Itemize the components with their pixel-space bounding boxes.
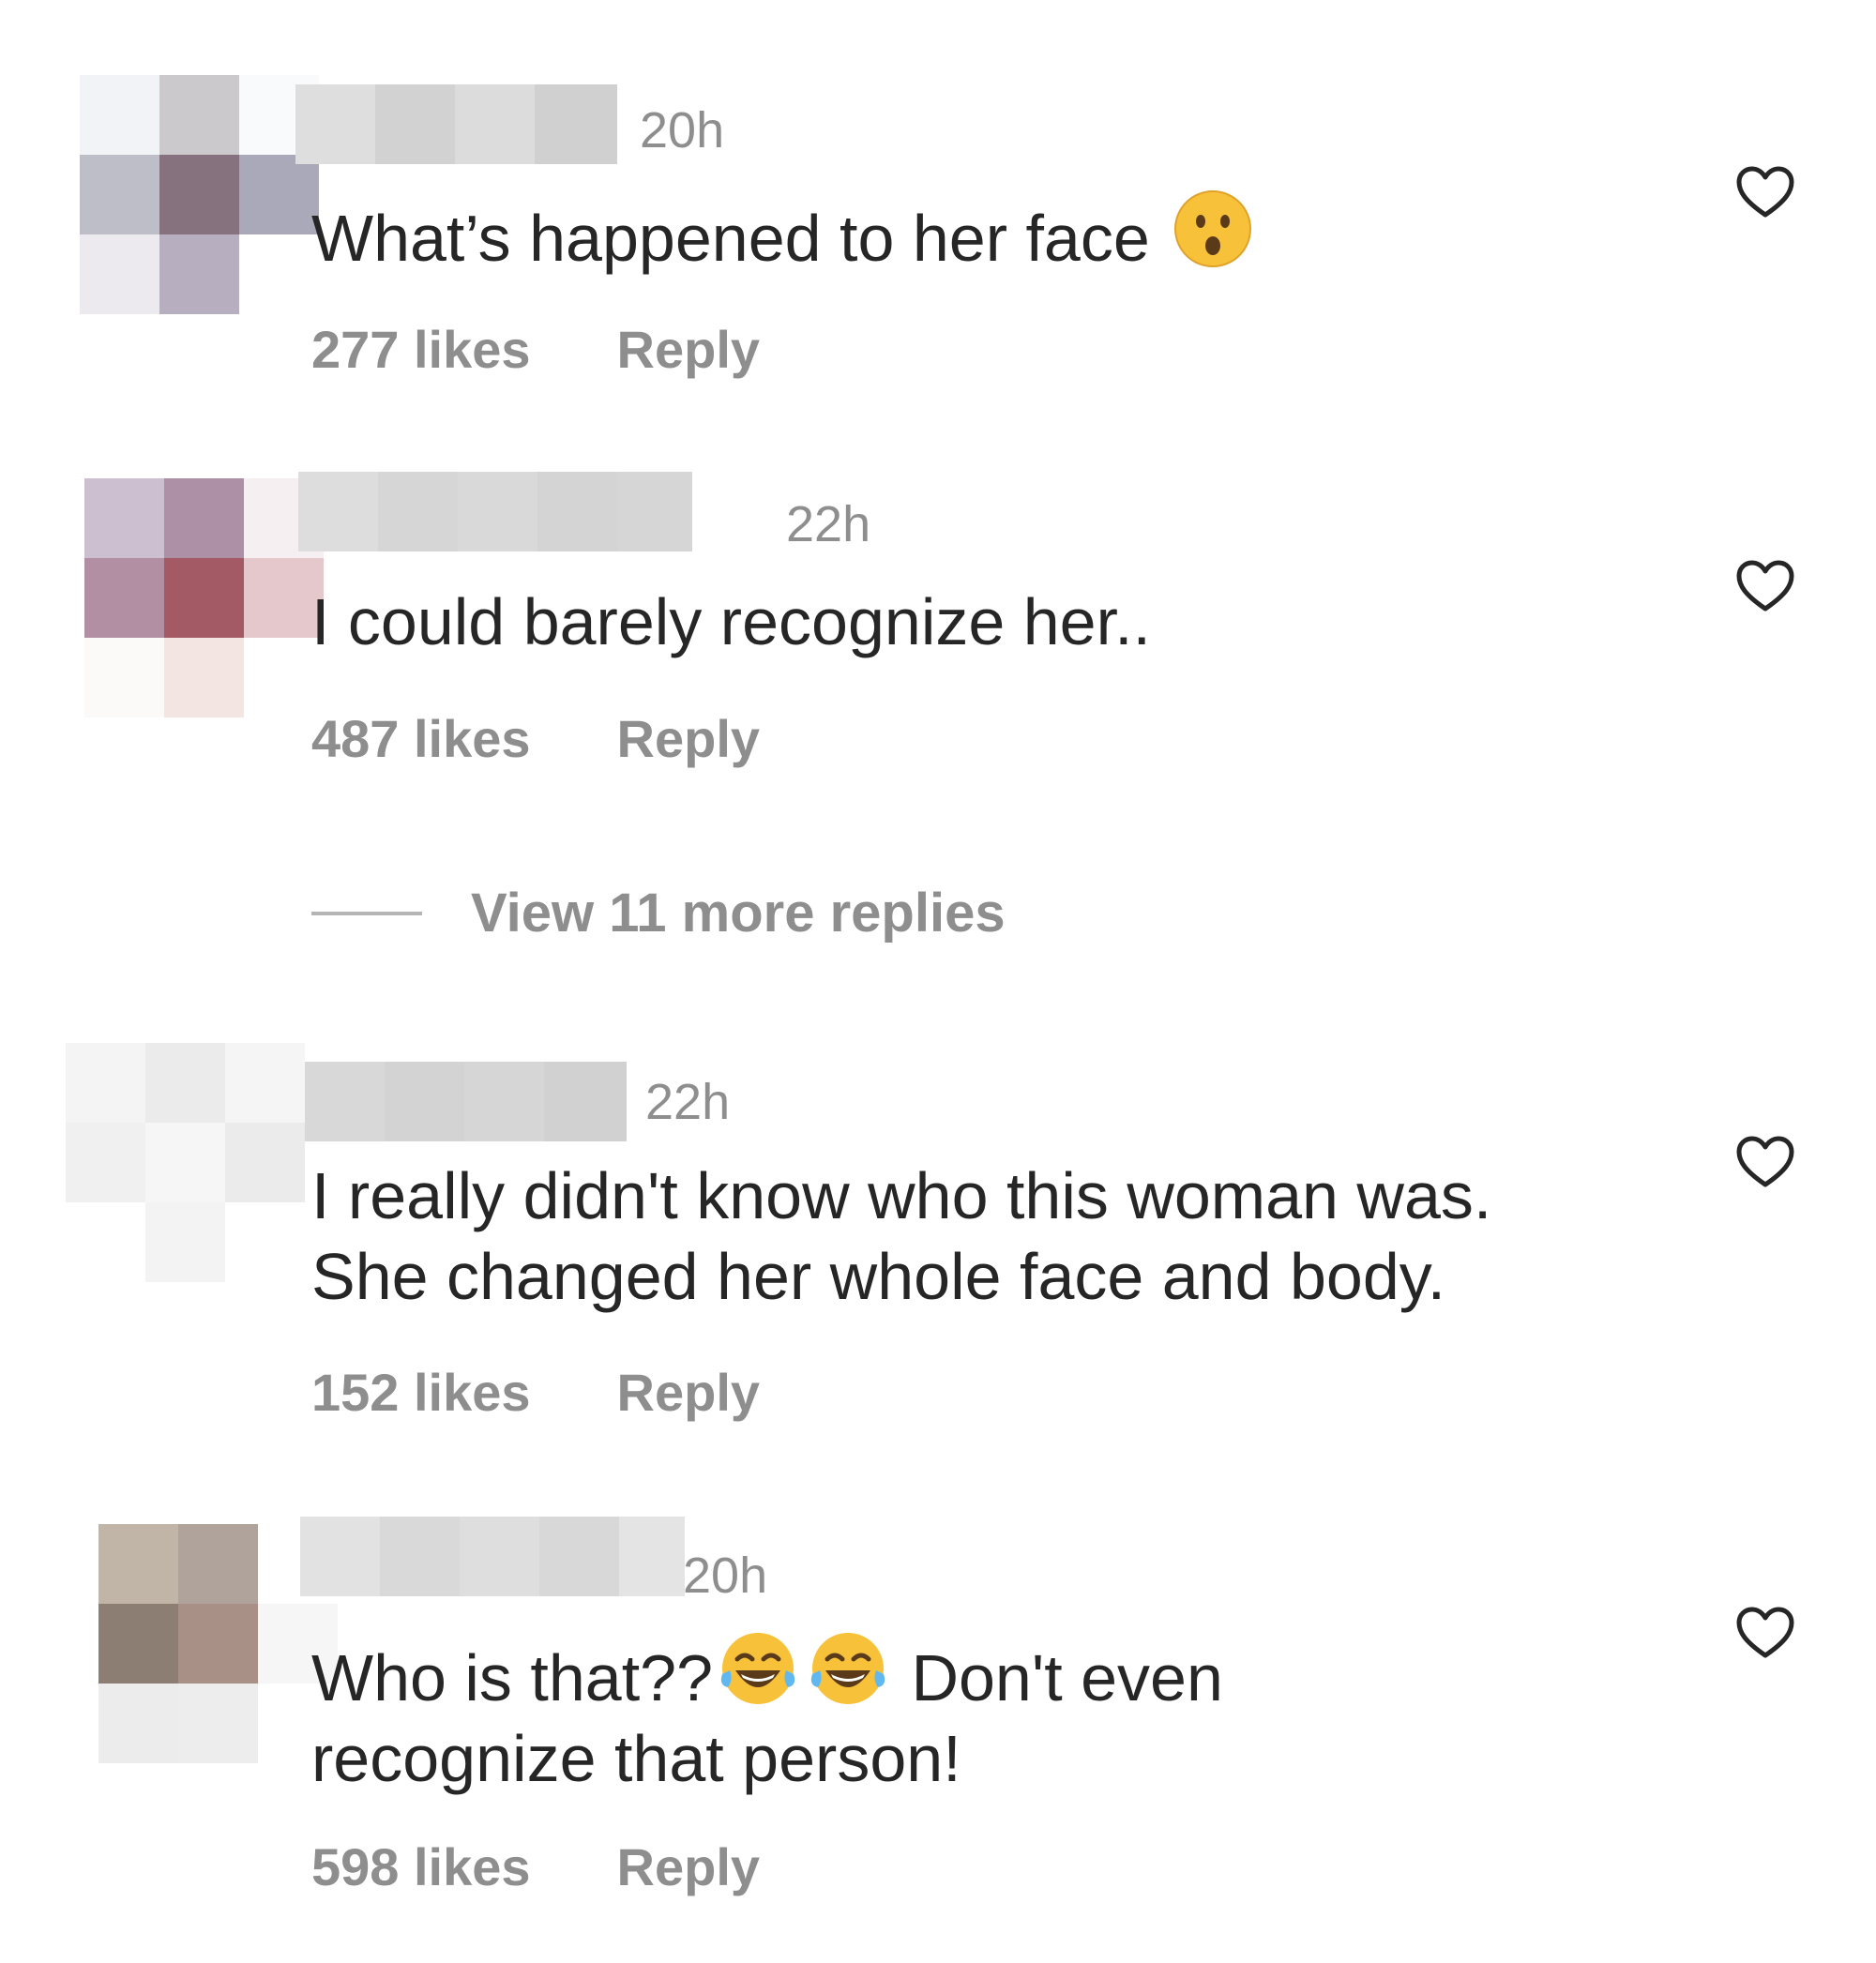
heart-outline-icon[interactable] — [1735, 165, 1795, 219]
username-blurred[interactable] — [295, 84, 617, 164]
comment-meta: 487 likes Reply — [311, 713, 760, 765]
heart-outline-icon[interactable] — [1735, 1606, 1795, 1660]
heart-outline-icon[interactable] — [1735, 1135, 1795, 1189]
likes-count[interactable]: 487 likes — [311, 713, 531, 765]
comment-meta: 277 likes Reply — [311, 324, 760, 376]
avatar[interactable] — [66, 1043, 305, 1282]
reply-button[interactable]: Reply — [617, 713, 761, 765]
likes-count[interactable]: 277 likes — [311, 324, 531, 376]
comment-text: I could barely recognize her.. — [311, 585, 1151, 658]
timestamp: 22h — [645, 1074, 731, 1130]
tears-of-joy-emoji — [720, 1633, 795, 1704]
reply-button[interactable]: Reply — [617, 1367, 761, 1419]
heart-outline-icon[interactable] — [1735, 559, 1795, 613]
timestamp: 22h — [786, 496, 871, 552]
likes-count[interactable]: 598 likes — [311, 1841, 531, 1894]
reply-button[interactable]: Reply — [617, 324, 761, 376]
username-blurred[interactable] — [300, 1517, 685, 1596]
view-more-replies-label[interactable]: View 11 more replies — [471, 886, 1006, 941]
comment-text: I really didn't know who this woman was.… — [311, 1159, 1492, 1313]
comment-meta: 152 likes Reply — [311, 1367, 760, 1419]
tears-of-joy-emoji — [810, 1633, 885, 1704]
view-more-replies[interactable]: View 11 more replies — [311, 886, 1006, 941]
comment-meta: 598 likes Reply — [311, 1841, 760, 1894]
avatar[interactable] — [84, 478, 324, 717]
comment-text: Who is that?? Don't even recognize that … — [311, 1627, 1672, 1799]
timestamp: 20h — [683, 1548, 768, 1604]
astonished-face-emoji — [1174, 190, 1252, 267]
reply-button[interactable]: Reply — [617, 1841, 761, 1894]
username-blurred[interactable] — [305, 1062, 627, 1141]
timestamp: 20h — [640, 102, 725, 159]
avatar[interactable] — [80, 75, 319, 314]
comment-text: What’s happened to her face — [311, 188, 1672, 279]
divider-line — [311, 912, 422, 915]
likes-count[interactable]: 152 likes — [311, 1367, 531, 1419]
username-blurred[interactable] — [298, 472, 692, 551]
